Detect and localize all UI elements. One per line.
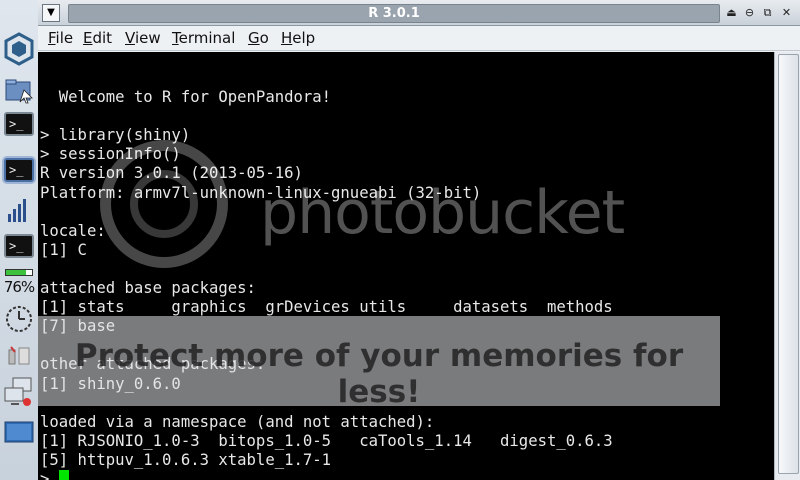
menu-terminal[interactable]: Terminal <box>172 29 235 47</box>
title-bar[interactable]: ▼ R 3.0.1 ⏏ ⊖ ⧉ ✕ <box>38 0 800 26</box>
terminal-line: loaded via a namespace (and not attached… <box>40 412 435 431</box>
chevron-down-icon: ▼ <box>47 7 55 18</box>
terminal-line: > sessionInfo() <box>40 145 181 164</box>
shade-icon: ⏏ <box>726 6 737 19</box>
maximize-icon: ⧉ <box>763 6 772 19</box>
vertical-scrollbar[interactable] <box>774 52 800 480</box>
terminal-line: [1] shiny_0.6.0 <box>40 374 181 393</box>
close-icon: ✕ <box>781 6 792 19</box>
menu-edit[interactable]: Edit <box>83 29 112 47</box>
terminal-line: [1] stats graphics grDevices utils datas… <box>40 298 613 317</box>
terminal-line: locale: <box>40 221 106 240</box>
shade-button[interactable]: ⏏ <box>724 5 739 20</box>
battery-percent: 76% <box>3 278 35 296</box>
menu-go[interactable]: Go <box>248 29 269 47</box>
close-button[interactable]: ✕ <box>779 5 794 20</box>
network-computer-icon[interactable] <box>3 376 35 410</box>
tools-icon[interactable] <box>3 344 35 368</box>
menu-file[interactable]: File <box>48 29 73 47</box>
menu-bar: File Edit View Terminal Go Help <box>38 26 800 51</box>
terminal-icon: >_ <box>4 158 34 182</box>
terminal-prompt: > <box>40 469 59 480</box>
terminal-prompt-line[interactable]: > <box>40 469 613 480</box>
terminal-line: Welcome to R for OpenPandora! <box>40 88 332 107</box>
window-title: R 3.0.1 <box>368 6 420 21</box>
file-manager-icon[interactable] <box>3 78 35 104</box>
terminal-line: [5] httpuv_1.0.6.3 xtable_1.7-1 <box>40 450 332 469</box>
menu-help[interactable]: Help <box>281 29 315 47</box>
window-menu-button[interactable]: ▼ <box>42 4 60 22</box>
text-cursor <box>58 469 69 480</box>
taskbar-terminal-3[interactable]: >_ <box>3 234 35 258</box>
menu-view[interactable]: View <box>125 29 161 47</box>
wifi-signal-icon[interactable] <box>3 196 35 226</box>
terminal-line: > library(shiny) <box>40 126 191 145</box>
terminal-line: [7] base <box>40 317 116 336</box>
terminal-icon: >_ <box>4 112 34 136</box>
maximize-button[interactable]: ⧉ <box>760 5 775 20</box>
terminal-window: ▼ R 3.0.1 ⏏ ⊖ ⧉ ✕ File Edit View Termina… <box>38 0 800 480</box>
terminal-lines: Welcome to R for OpenPandora! > library(s… <box>40 69 613 480</box>
taskbar-terminal-1[interactable]: >_ <box>3 112 35 136</box>
terminal-icon: >_ <box>4 234 34 258</box>
openpandora-logo-icon[interactable] <box>3 32 35 66</box>
terminal-line: R version 3.0.1 (2013-05-16) <box>40 164 303 183</box>
taskbar-terminal-2[interactable]: >_ <box>3 158 35 182</box>
terminal-line: [1] C <box>40 240 87 259</box>
taskbar: >_ >_ >_ 76% <box>0 0 39 480</box>
show-desktop-icon[interactable] <box>3 420 35 446</box>
title-label-area: R 3.0.1 <box>68 4 720 23</box>
terminal-line: Platform: armv7l-unknown-linux-gnueabi (… <box>40 183 482 202</box>
minimize-icon: ⊖ <box>744 6 755 19</box>
terminal-line: other attached packages: <box>40 355 266 374</box>
minimize-button[interactable]: ⊖ <box>742 5 757 20</box>
clock-icon[interactable] <box>3 304 35 334</box>
terminal-line: [1] RJSONIO_1.0-3 bitops_1.0-5 caTools_1… <box>40 431 613 450</box>
battery-bar-icon <box>3 268 35 276</box>
terminal-output[interactable]: Welcome to R for OpenPandora! > library(s… <box>38 52 774 480</box>
terminal-line: attached base packages: <box>40 279 256 298</box>
scrollbar-thumb[interactable] <box>778 54 799 474</box>
